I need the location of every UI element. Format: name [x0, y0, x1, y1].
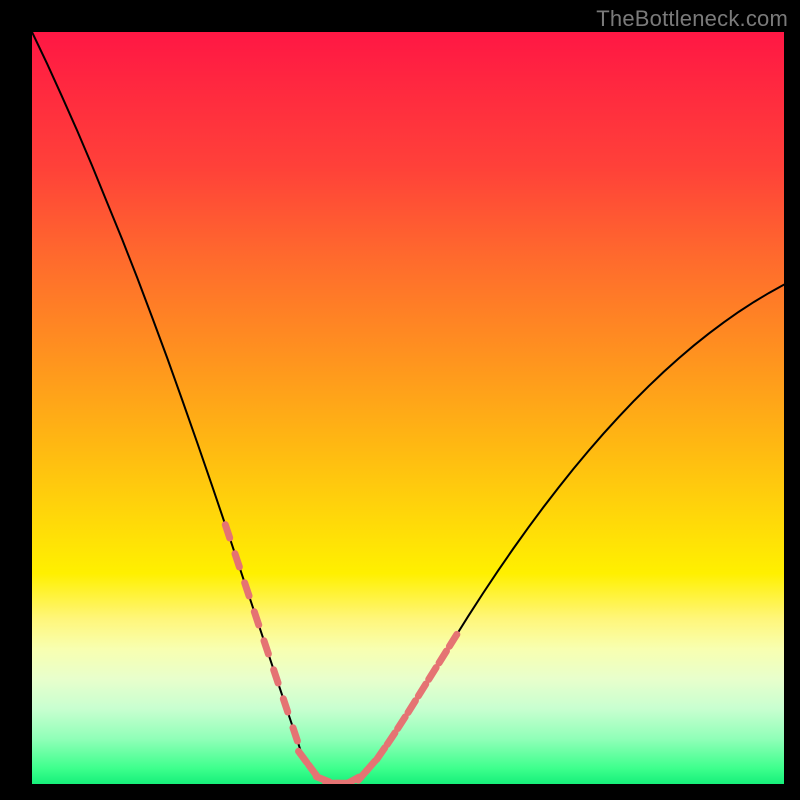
curve-marker [235, 554, 239, 567]
curve-markers [225, 525, 457, 784]
chart-plot-area [32, 32, 784, 784]
curve-path [32, 32, 784, 783]
curve-marker [283, 699, 287, 712]
curve-marker [274, 670, 278, 683]
curve-marker [293, 728, 297, 741]
curve-marker [439, 651, 446, 663]
curve-marker [377, 748, 385, 760]
curve-marker [245, 583, 249, 596]
curve-marker [387, 733, 395, 745]
curve-marker [299, 751, 307, 762]
curve-marker [366, 761, 375, 772]
watermark-text: TheBottleneck.com [596, 6, 788, 32]
curve-marker [264, 641, 268, 654]
curve-marker [408, 701, 415, 713]
chart-frame: TheBottleneck.com [0, 0, 800, 800]
chart-svg [32, 32, 784, 784]
curve-marker [225, 525, 229, 538]
curve-marker [429, 668, 436, 680]
curve-marker [254, 612, 258, 625]
bottleneck-curve [32, 32, 784, 783]
curve-marker [449, 634, 456, 646]
curve-marker [398, 717, 406, 729]
curve-marker [418, 684, 425, 696]
